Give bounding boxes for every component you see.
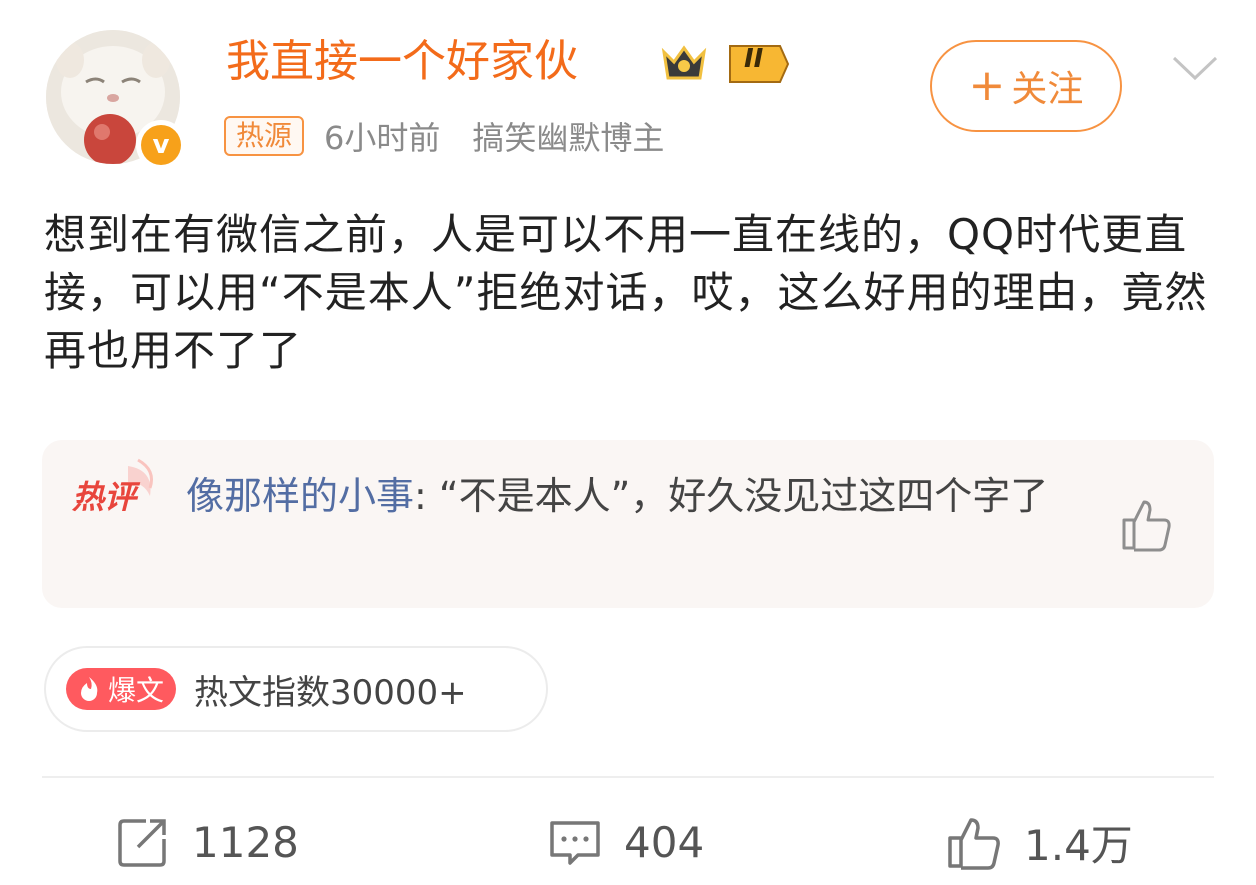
hot-index-text: 热文指数30000+ <box>194 672 467 713</box>
hot-comment-user[interactable]: 像那样的小事 <box>186 474 414 518</box>
follow-label: 关注 <box>1011 69 1084 110</box>
username[interactable]: 我直接一个好家伙 <box>226 32 578 92</box>
hot-comment-logo-text: 热评 <box>72 478 137 516</box>
like-button[interactable]: 1.4万 <box>946 812 1133 872</box>
level-badge-text: II <box>744 44 764 74</box>
hot-index-pill[interactable]: 爆文 热文指数30000+ <box>44 646 548 732</box>
repost-count: 1128 <box>192 817 299 867</box>
divider <box>42 776 1214 778</box>
repost-icon <box>118 819 166 867</box>
burst-badge: 爆文 <box>66 668 177 710</box>
hot-comment-body: “不是本人”，好久没见过这四个字了 <box>438 474 1049 518</box>
hot-comment-separator: : <box>414 474 439 518</box>
repost-button[interactable]: 1128 <box>116 812 299 872</box>
comment-count: 404 <box>624 817 705 867</box>
hot-source-tag[interactable]: 热源 <box>224 116 305 156</box>
comment-button[interactable]: 404 <box>548 812 704 872</box>
follow-button[interactable]: + 关注 <box>930 40 1122 132</box>
crown-level-icon[interactable]: II <box>660 38 790 88</box>
flame-icon <box>81 677 98 701</box>
verified-mark: v <box>141 125 181 165</box>
thumbs-up-icon[interactable] <box>1118 496 1174 552</box>
comment-icon <box>550 821 600 865</box>
burst-label: 爆文 <box>108 674 165 707</box>
post-content: 想到在有微信之前，人是可以不用一直在线的，QQ时代更直接，可以用“不是本人”拒绝… <box>44 210 1208 375</box>
plus-icon: + <box>968 60 1006 111</box>
post-time: 6小时前 <box>324 119 441 157</box>
chevron-down-icon[interactable] <box>1168 48 1222 88</box>
thumbs-up-icon <box>948 818 1000 870</box>
verified-badge-icon: v <box>136 120 186 170</box>
post-meta: 热源 6小时前 搞笑幽默博主 <box>224 112 664 160</box>
author-role: 搞笑幽默博主 <box>472 119 665 157</box>
hot-comment-text: 像那样的小事: “不是本人”，好久没见过这四个字了 <box>186 466 1066 526</box>
like-count: 1.4万 <box>1024 820 1133 870</box>
hot-comment-logo: 热评 <box>68 458 168 528</box>
